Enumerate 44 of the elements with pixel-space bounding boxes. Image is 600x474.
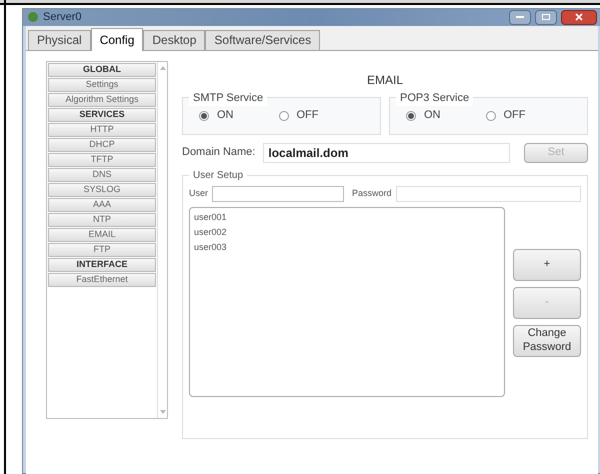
change-password-button[interactable]: Change Password xyxy=(513,324,581,356)
panel-title: EMAIL xyxy=(366,72,404,88)
sidebar-item[interactable]: Settings xyxy=(48,78,156,92)
tab[interactable]: Desktop xyxy=(143,30,206,50)
list-item[interactable]: user001 xyxy=(194,210,500,224)
add-button[interactable]: + xyxy=(513,248,581,280)
list-item[interactable]: user003 xyxy=(194,240,500,254)
minimize-button[interactable] xyxy=(509,10,531,25)
user-field[interactable] xyxy=(212,186,344,202)
radio-option[interactable]: OFF xyxy=(486,107,526,124)
app-icon xyxy=(27,11,39,24)
sidebar-item[interactable]: SYSLOG xyxy=(48,182,156,196)
radio-option[interactable]: OFF xyxy=(278,107,318,124)
sidebar-item[interactable]: TFTP xyxy=(48,152,156,166)
close-button[interactable] xyxy=(561,10,597,25)
sidebar-item[interactable]: FTP xyxy=(48,242,156,256)
scroll-down-icon[interactable] xyxy=(160,410,166,414)
sidebar-item[interactable]: FastEthernet xyxy=(48,272,156,286)
list-item[interactable]: user002 xyxy=(194,224,500,240)
sidebar-item[interactable]: HTTP xyxy=(48,122,156,136)
sidebar-header[interactable]: INTERFACE xyxy=(48,258,156,272)
sidebar-item[interactable]: DNS xyxy=(48,168,156,182)
radio-option[interactable]: ON xyxy=(199,107,234,124)
field-label: User xyxy=(189,186,208,200)
sidebar-item[interactable]: DHCP xyxy=(48,138,156,152)
sidebar-item[interactable]: NTP xyxy=(48,212,156,226)
scrollbar[interactable] xyxy=(157,62,167,418)
sidebar-header[interactable]: GLOBAL xyxy=(48,62,156,76)
window-title: Server0 xyxy=(43,10,82,25)
domain-field[interactable]: localmail.dom xyxy=(263,142,510,162)
radio-option[interactable]: ON xyxy=(406,107,440,124)
password-field[interactable] xyxy=(396,186,581,202)
tab[interactable]: Config xyxy=(90,28,144,50)
sidebar-item[interactable]: Algorithm Settings xyxy=(48,92,156,106)
field-label: Password xyxy=(352,186,392,200)
tab[interactable]: Physical xyxy=(28,30,91,50)
field-label: Domain Name: xyxy=(182,145,256,160)
scroll-up-icon[interactable] xyxy=(160,66,166,70)
sidebar-header[interactable]: SERVICES xyxy=(48,108,156,122)
close-icon xyxy=(575,13,583,22)
sidebar-item[interactable]: AAA xyxy=(48,198,156,212)
tab[interactable]: Software/Services xyxy=(205,30,320,50)
sidebar-item[interactable]: EMAIL xyxy=(48,228,156,242)
maximize-button[interactable] xyxy=(535,10,557,25)
